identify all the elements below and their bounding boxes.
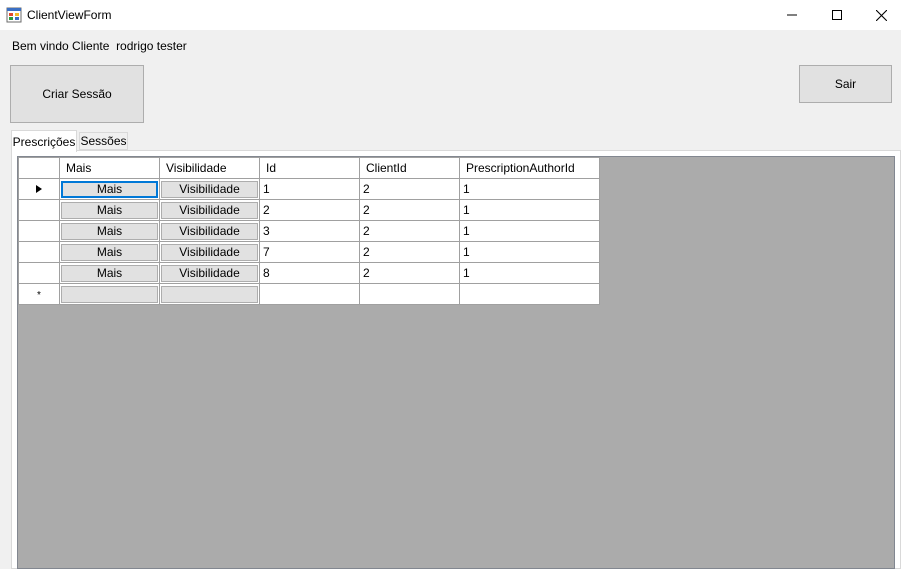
mais-cell[interactable]: Mais — [59, 241, 160, 263]
mais-button[interactable]: Mais — [61, 201, 158, 219]
id-cell[interactable]: 3 — [259, 220, 360, 242]
visibilidade-cell[interactable]: Visibilidade — [159, 220, 260, 242]
column-header-mais[interactable]: Mais — [59, 157, 160, 179]
new-row[interactable]: * — [18, 283, 600, 305]
row-header[interactable] — [18, 241, 60, 263]
prescriptions-grid[interactable]: Mais Visibilidade Id ClientId Prescripti… — [17, 156, 895, 569]
close-icon — [875, 9, 887, 21]
maximize-icon — [832, 10, 842, 20]
mais-cell[interactable]: Mais — [59, 220, 160, 242]
column-header-visibilidade[interactable]: Visibilidade — [159, 157, 260, 179]
authorid-cell[interactable]: 1 — [459, 178, 600, 200]
column-header-id[interactable]: Id — [259, 157, 360, 179]
mais-cell[interactable]: Mais — [59, 262, 160, 284]
minimize-icon — [787, 14, 797, 16]
visibilidade-button[interactable]: Visibilidade — [161, 201, 258, 219]
authorid-cell[interactable]: 1 — [459, 241, 600, 263]
welcome-user: rodrigo tester — [116, 39, 187, 53]
visibilidade-cell[interactable]: Visibilidade — [159, 262, 260, 284]
clientid-cell[interactable]: 2 — [359, 262, 460, 284]
clientid-cell-empty[interactable] — [359, 283, 460, 305]
id-cell[interactable]: 8 — [259, 262, 360, 284]
close-button[interactable] — [858, 0, 901, 30]
table-row[interactable]: Mais Visibilidade 2 2 1 — [18, 199, 600, 221]
current-row-arrow-icon — [36, 185, 42, 193]
welcome-label: Bem vindo Cliente rodrigo tester — [12, 39, 187, 53]
table-row[interactable]: Mais Visibilidade 8 2 1 — [18, 262, 600, 284]
minimize-button[interactable] — [769, 0, 815, 30]
welcome-prefix: Bem vindo Cliente — [12, 39, 117, 53]
clientid-cell[interactable]: 2 — [359, 178, 460, 200]
visibilidade-cell[interactable]: Visibilidade — [159, 241, 260, 263]
authorid-cell[interactable]: 1 — [459, 262, 600, 284]
clientid-cell[interactable]: 2 — [359, 199, 460, 221]
window-title: ClientViewForm — [27, 8, 112, 22]
app-form-icon — [6, 7, 22, 23]
id-cell[interactable]: 2 — [259, 199, 360, 221]
clientid-cell[interactable]: 2 — [359, 241, 460, 263]
authorid-cell-empty[interactable] — [459, 283, 600, 305]
row-header-current[interactable] — [18, 178, 60, 200]
visibilidade-button[interactable]: Visibilidade — [161, 180, 258, 198]
mais-button[interactable]: Mais — [61, 243, 158, 261]
column-header-prescriptionauthorid[interactable]: PrescriptionAuthorId — [459, 157, 600, 179]
visibilidade-button[interactable]: Visibilidade — [161, 222, 258, 240]
id-cell[interactable]: 7 — [259, 241, 360, 263]
tab-sessions[interactable]: Sessões — [79, 132, 128, 150]
grid-header-row: Mais Visibilidade Id ClientId Prescripti… — [18, 157, 600, 179]
mais-button[interactable]: Mais — [61, 222, 158, 240]
clientid-cell[interactable]: 2 — [359, 220, 460, 242]
id-cell[interactable]: 1 — [259, 178, 360, 200]
title-bar: ClientViewForm — [0, 0, 901, 30]
mais-button[interactable]: Mais — [61, 264, 158, 282]
mais-button-empty[interactable] — [61, 285, 158, 303]
tab-prescriptions[interactable]: Prescrições — [11, 130, 77, 152]
row-header[interactable] — [18, 199, 60, 221]
new-row-header[interactable]: * — [18, 283, 60, 305]
create-session-button[interactable]: Criar Sessão — [10, 65, 144, 123]
row-header[interactable] — [18, 220, 60, 242]
maximize-button[interactable] — [814, 0, 860, 30]
visibilidade-cell[interactable]: Visibilidade — [159, 199, 260, 221]
mais-button[interactable]: Mais — [61, 180, 158, 198]
grid-table: Mais Visibilidade Id ClientId Prescripti… — [18, 157, 600, 305]
new-row-asterisk-icon: * — [37, 290, 41, 301]
visibilidade-button[interactable]: Visibilidade — [161, 243, 258, 261]
visibilidade-cell[interactable]: Visibilidade — [159, 178, 260, 200]
table-row[interactable]: Mais Visibilidade 1 2 1 — [18, 178, 600, 200]
authorid-cell[interactable]: 1 — [459, 199, 600, 221]
grid-corner-header — [18, 157, 60, 179]
table-row[interactable]: Mais Visibilidade 3 2 1 — [18, 220, 600, 242]
visibilidade-cell[interactable] — [159, 283, 260, 305]
mais-cell[interactable]: Mais — [59, 199, 160, 221]
column-header-clientid[interactable]: ClientId — [359, 157, 460, 179]
exit-button[interactable]: Sair — [799, 65, 892, 103]
mais-cell[interactable] — [59, 283, 160, 305]
table-row[interactable]: Mais Visibilidade 7 2 1 — [18, 241, 600, 263]
row-header[interactable] — [18, 262, 60, 284]
id-cell-empty[interactable] — [259, 283, 360, 305]
visibilidade-button-empty[interactable] — [161, 285, 258, 303]
visibilidade-button[interactable]: Visibilidade — [161, 264, 258, 282]
authorid-cell[interactable]: 1 — [459, 220, 600, 242]
mais-cell[interactable]: Mais — [59, 178, 160, 200]
